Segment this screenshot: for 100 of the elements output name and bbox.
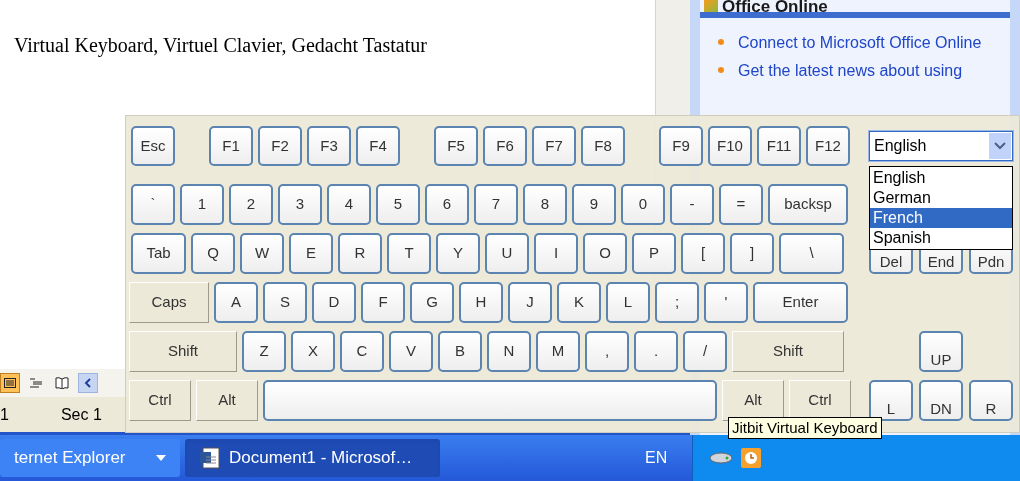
keyboard-key[interactable]: DN xyxy=(919,380,963,421)
keyboard-key[interactable]: 0 xyxy=(621,184,665,225)
keyboard-key[interactable]: A xyxy=(214,282,258,323)
keyboard-key[interactable]: / xyxy=(683,331,727,372)
drive-icon[interactable] xyxy=(709,452,733,464)
chevron-left-icon xyxy=(84,378,92,388)
keyboard-key[interactable]: 3 xyxy=(278,184,322,225)
keyboard-key[interactable]: K xyxy=(557,282,601,323)
keyboard-key[interactable]: Ctrl xyxy=(129,380,191,421)
space-bar[interactable] xyxy=(263,380,717,421)
keyboard-key[interactable]: Tab xyxy=(131,233,186,274)
keyboard-key[interactable]: 1 xyxy=(180,184,224,225)
keyboard-key[interactable]: Shift xyxy=(732,331,844,372)
keyboard-key[interactable]: T xyxy=(387,233,431,274)
task-pane-link[interactable]: Connect to Microsoft Office Online xyxy=(738,32,982,54)
keyboard-key[interactable]: . xyxy=(634,331,678,372)
keyboard-key[interactable]: F12 xyxy=(806,126,850,166)
keyboard-key[interactable]: L xyxy=(606,282,650,323)
status-text: Sec 1 xyxy=(60,404,102,425)
task-pane-link[interactable]: Get the latest news about using xyxy=(738,60,963,82)
view-button[interactable] xyxy=(0,373,20,393)
keyboard-key[interactable]: = xyxy=(719,184,763,225)
keyboard-key[interactable]: 2 xyxy=(229,184,273,225)
keyboard-key[interactable]: Alt xyxy=(196,380,258,421)
bullet-icon xyxy=(718,67,724,73)
keyboard-key[interactable]: F10 xyxy=(708,126,752,166)
taskbar-button[interactable]: ternet Explorer xyxy=(0,439,180,477)
keyboard-key[interactable]: F5 xyxy=(434,126,478,166)
keyboard-key[interactable]: E xyxy=(289,233,333,274)
keyboard-key[interactable]: J xyxy=(508,282,552,323)
keyboard-key[interactable]: 8 xyxy=(523,184,567,225)
normal-view-icon xyxy=(4,378,16,388)
keyboard-key[interactable]: S xyxy=(263,282,307,323)
chevron-down-icon xyxy=(989,133,1011,159)
bullet-icon xyxy=(718,39,724,45)
keyboard-key[interactable]: Enter xyxy=(753,282,848,323)
keyboard-key[interactable]: F4 xyxy=(356,126,400,166)
book-icon xyxy=(55,377,69,389)
keyboard-key[interactable]: 6 xyxy=(425,184,469,225)
keyboard-key[interactable]: F xyxy=(361,282,405,323)
keyboard-key[interactable]: ; xyxy=(655,282,699,323)
scroll-left-button[interactable] xyxy=(78,373,98,393)
language-option[interactable]: English xyxy=(870,168,1012,188)
language-option[interactable]: French xyxy=(870,208,1012,228)
keyboard-key[interactable]: backsp xyxy=(768,184,848,225)
language-select[interactable]: English xyxy=(869,131,1013,161)
keyboard-key[interactable]: F1 xyxy=(209,126,253,166)
document-icon xyxy=(199,447,221,469)
keyboard-key[interactable]: 4 xyxy=(327,184,371,225)
keyboard-key[interactable]: F7 xyxy=(532,126,576,166)
keyboard-key[interactable]: 7 xyxy=(474,184,518,225)
keyboard-key[interactable]: L xyxy=(869,380,913,421)
tooltip: Jitbit Virtual Keyboard xyxy=(728,417,882,439)
keyboard-key[interactable]: F11 xyxy=(757,126,801,166)
keyboard-key[interactable]: B xyxy=(438,331,482,372)
keyboard-key[interactable]: O xyxy=(583,233,627,274)
keyboard-key[interactable]: Esc xyxy=(131,126,175,166)
task-pane-title: Office Online xyxy=(722,0,828,15)
keyboard-key[interactable]: H xyxy=(459,282,503,323)
keyboard-key[interactable]: Alt xyxy=(722,380,784,421)
keyboard-key[interactable]: Shift xyxy=(129,331,237,372)
keyboard-key[interactable]: V xyxy=(389,331,433,372)
keyboard-key[interactable]: F6 xyxy=(483,126,527,166)
keyboard-key[interactable]: F8 xyxy=(581,126,625,166)
keyboard-key[interactable]: D xyxy=(312,282,356,323)
keyboard-key[interactable]: Caps xyxy=(129,282,209,323)
keyboard-key[interactable]: R xyxy=(338,233,382,274)
keyboard-key[interactable]: 5 xyxy=(376,184,420,225)
clock-icon[interactable] xyxy=(741,448,761,468)
keyboard-key[interactable]: N xyxy=(487,331,531,372)
keyboard-key[interactable]: C xyxy=(340,331,384,372)
dropdown-arrow-icon xyxy=(156,455,166,461)
keyboard-key[interactable]: , xyxy=(585,331,629,372)
keyboard-key[interactable]: U xyxy=(485,233,529,274)
keyboard-key[interactable]: Z xyxy=(242,331,286,372)
keyboard-key[interactable]: [ xyxy=(681,233,725,274)
keyboard-key[interactable]: F3 xyxy=(307,126,351,166)
keyboard-key[interactable]: X xyxy=(291,331,335,372)
keyboard-key[interactable]: M xyxy=(536,331,580,372)
keyboard-key[interactable]: ` xyxy=(131,184,175,225)
keyboard-key[interactable]: F2 xyxy=(258,126,302,166)
keyboard-key[interactable]: I xyxy=(534,233,578,274)
office-logo-icon xyxy=(704,0,718,12)
language-option[interactable]: German xyxy=(870,188,1012,208)
keyboard-key[interactable]: R xyxy=(969,380,1013,421)
keyboard-key[interactable]: Q xyxy=(191,233,235,274)
keyboard-key[interactable]: G xyxy=(410,282,454,323)
taskbar-button[interactable]: Document1 - Microsof… xyxy=(185,439,440,477)
language-indicator[interactable]: EN xyxy=(645,446,668,470)
keyboard-key[interactable]: \ xyxy=(779,233,844,274)
keyboard-key[interactable]: Y xyxy=(436,233,480,274)
keyboard-key[interactable]: F9 xyxy=(659,126,703,166)
keyboard-key[interactable]: - xyxy=(670,184,714,225)
keyboard-key[interactable]: ' xyxy=(704,282,748,323)
keyboard-key[interactable]: W xyxy=(240,233,284,274)
keyboard-key[interactable]: UP xyxy=(919,331,963,372)
keyboard-key[interactable]: ] xyxy=(730,233,774,274)
keyboard-key[interactable]: 9 xyxy=(572,184,616,225)
document-text: Virtual Keyboard, Virtuel Clavier, Gedacht Tastatur xyxy=(14,33,428,59)
keyboard-key[interactable]: P xyxy=(632,233,676,274)
